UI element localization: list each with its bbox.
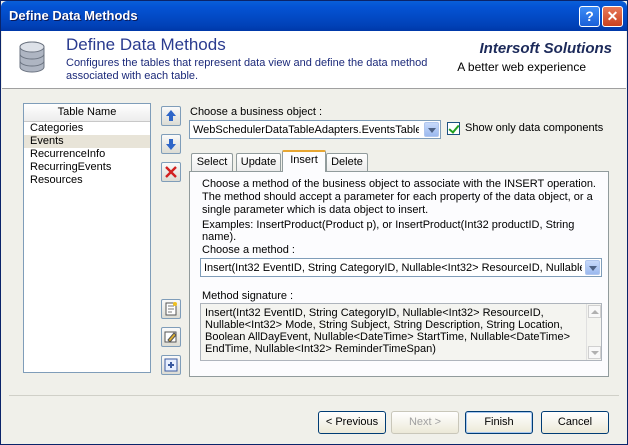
brand-tagline: A better web experience [457,60,586,74]
insert-tab-page: Choose a method of the business object t… [189,171,609,377]
close-button[interactable]: ✕ [602,6,623,27]
choose-method-label: Choose a method : [202,244,295,256]
method-signature-label: Method signature : [202,290,294,302]
tab-delete[interactable]: Delete [326,153,368,171]
tab-select[interactable]: Select [191,153,233,171]
add-method-button[interactable] [161,299,181,319]
scroll-down-icon[interactable] [588,346,601,359]
edit-method-button[interactable] [161,327,181,347]
signature-scrollbar[interactable] [586,304,601,360]
choose-method-value: Insert(Int32 EventID, String CategoryID,… [204,262,582,274]
business-object-value: WebSchedulerDataTableAdapters.EventsTabl… [193,124,419,136]
add-method-icon [165,302,177,316]
footer-divider [9,395,619,396]
finish-button[interactable]: Finish [465,411,533,434]
show-only-label: Show only data components [465,122,604,134]
help-button[interactable]: ? [579,6,600,27]
move-down-button[interactable] [161,134,181,154]
business-object-select[interactable]: WebSchedulerDataTableAdapters.EventsTabl… [189,120,441,139]
table-item-events[interactable]: Events [24,135,150,148]
database-icon [19,41,45,73]
header-description: Configures the tables that represent dat… [66,57,428,82]
method-signature-text: Insert(Int32 EventID, String CategoryID,… [205,307,571,355]
delete-icon [165,166,177,178]
table-list-header: Table Name [24,104,150,122]
wizard-header: Define Data Methods Configures the table… [2,31,626,89]
insert-description: Choose a method of the business object t… [202,178,596,216]
window-title: Define Data Methods [9,8,138,23]
choose-method-select[interactable]: Insert(Int32 EventID, String CategoryID,… [200,258,602,277]
header-title: Define Data Methods [66,35,226,54]
define-data-methods-dialog: Define Data Methods ? ✕ Define Data Meth… [0,0,628,445]
business-object-label: Choose a business object : [190,106,323,118]
show-only-checkbox[interactable] [447,122,460,135]
previous-button[interactable]: < Previous [318,411,386,434]
method-signature-box: Insert(Int32 EventID, String CategoryID,… [200,303,602,361]
table-item-categories[interactable]: Categories [24,122,150,135]
table-list: Table Name Categories Events RecurrenceI… [23,103,151,373]
brand-name: Intersoft Solutions [479,40,613,57]
move-down-icon [166,139,176,150]
insert-examples: Examples: InsertProduct(Product p), or I… [202,219,575,243]
edit-method-icon [164,331,177,343]
table-item-recurringevents[interactable]: RecurringEvents [24,161,150,174]
scroll-up-icon[interactable] [588,305,601,318]
table-item-recurrenceinfo[interactable]: RecurrenceInfo [24,148,150,161]
tab-update[interactable]: Update [236,153,281,171]
tab-insert[interactable]: Insert [282,150,326,172]
chevron-down-icon[interactable] [424,122,439,137]
move-up-icon [166,110,176,121]
refresh-method-button[interactable] [161,355,181,375]
next-button[interactable]: Next > [391,411,459,434]
table-item-resources[interactable]: Resources [24,174,150,187]
move-up-button[interactable] [161,106,181,126]
refresh-method-icon [164,358,178,372]
cancel-button[interactable]: Cancel [541,411,609,434]
chevron-down-icon[interactable] [585,260,600,275]
delete-table-button[interactable] [161,162,181,182]
title-bar: Define Data Methods ? ✕ [1,1,627,31]
